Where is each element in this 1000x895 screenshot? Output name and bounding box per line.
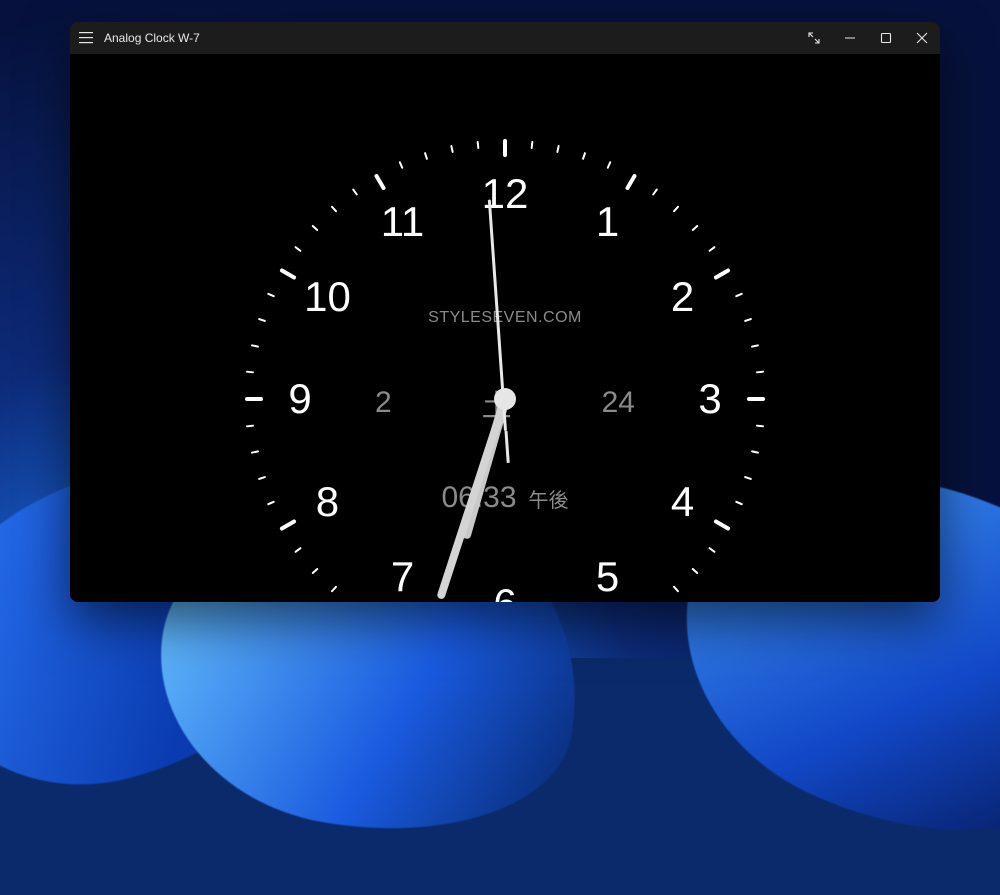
numeral-7: 7: [391, 553, 414, 601]
tick-major: [714, 268, 732, 280]
tick-major: [503, 139, 507, 157]
numeral-5: 5: [596, 553, 619, 601]
tick-minor: [708, 246, 716, 252]
numeral-1: 1: [596, 198, 619, 246]
tick-minor: [257, 318, 265, 322]
tick-minor: [267, 293, 275, 298]
app-body: STYLESEVEN.COM 2 土 24 06:33 午後 121234567…: [70, 54, 940, 602]
window-controls: [796, 22, 940, 54]
date-day: 24: [602, 386, 635, 420]
app-window: Analog Clock W-7: [70, 22, 940, 602]
tick-major: [279, 519, 297, 531]
tick-minor: [735, 293, 743, 298]
tick-minor: [751, 344, 759, 348]
tick-major: [624, 173, 636, 191]
tick-minor: [246, 371, 254, 374]
tick-minor: [351, 188, 357, 196]
menu-button[interactable]: [70, 22, 102, 54]
numeral-9: 9: [288, 375, 311, 423]
tick-minor: [267, 501, 275, 506]
minimize-button[interactable]: [832, 22, 868, 54]
tick-minor: [250, 344, 258, 348]
tick-minor: [708, 547, 716, 553]
tick-minor: [744, 476, 752, 480]
maximize-icon: [880, 32, 892, 44]
tick-minor: [257, 476, 265, 480]
brand-text: STYLESEVEN.COM: [428, 309, 582, 327]
tick-minor: [330, 586, 337, 593]
numeral-11: 11: [381, 198, 425, 246]
tick-minor: [582, 152, 586, 160]
fullscreen-icon: [808, 32, 820, 44]
tick-minor: [330, 205, 337, 212]
tick-minor: [246, 425, 254, 428]
title-bar[interactable]: Analog Clock W-7: [70, 22, 940, 54]
numeral-2: 2: [671, 273, 694, 321]
time-row: 06:33 午後: [441, 481, 568, 515]
tick-minor: [294, 246, 302, 252]
tick-minor: [692, 225, 699, 232]
close-button[interactable]: [904, 22, 940, 54]
fullscreen-button[interactable]: [796, 22, 832, 54]
tick-minor: [756, 371, 764, 374]
tick-minor: [398, 161, 403, 169]
numeral-6: 6: [493, 580, 516, 602]
tick-minor: [530, 141, 533, 149]
tick-minor: [311, 567, 318, 574]
maximize-button[interactable]: [868, 22, 904, 54]
tick-minor: [744, 318, 752, 322]
close-icon: [916, 32, 928, 44]
time-ampm: 午後: [529, 484, 569, 513]
tick-minor: [556, 145, 560, 153]
clock-pivot: [494, 388, 516, 410]
tick-major: [373, 173, 385, 191]
tick-minor: [424, 152, 428, 160]
tick-minor: [477, 141, 480, 149]
hamburger-icon: [79, 32, 93, 44]
tick-minor: [652, 188, 658, 196]
tick-minor: [673, 205, 680, 212]
tick-major: [747, 397, 765, 401]
minimize-icon: [844, 32, 856, 44]
tick-minor: [751, 451, 759, 455]
tick-major: [714, 519, 732, 531]
numeral-10: 10: [304, 273, 351, 321]
tick-minor: [756, 425, 764, 428]
tick-minor: [450, 145, 454, 153]
numeral-4: 4: [671, 478, 694, 526]
tick-major: [245, 397, 263, 401]
window-title: Analog Clock W-7: [102, 31, 200, 45]
clock-face: STYLESEVEN.COM 2 土 24 06:33 午後 121234567…: [225, 119, 785, 602]
tick-minor: [311, 225, 318, 232]
tick-minor: [607, 161, 612, 169]
numeral-8: 8: [316, 478, 339, 526]
date-month: 2: [375, 386, 392, 420]
tick-minor: [250, 451, 258, 455]
tick-minor: [294, 547, 302, 553]
tick-minor: [673, 586, 680, 593]
numeral-3: 3: [698, 375, 721, 423]
tick-minor: [692, 567, 699, 574]
tick-major: [279, 268, 297, 280]
tick-minor: [735, 501, 743, 506]
